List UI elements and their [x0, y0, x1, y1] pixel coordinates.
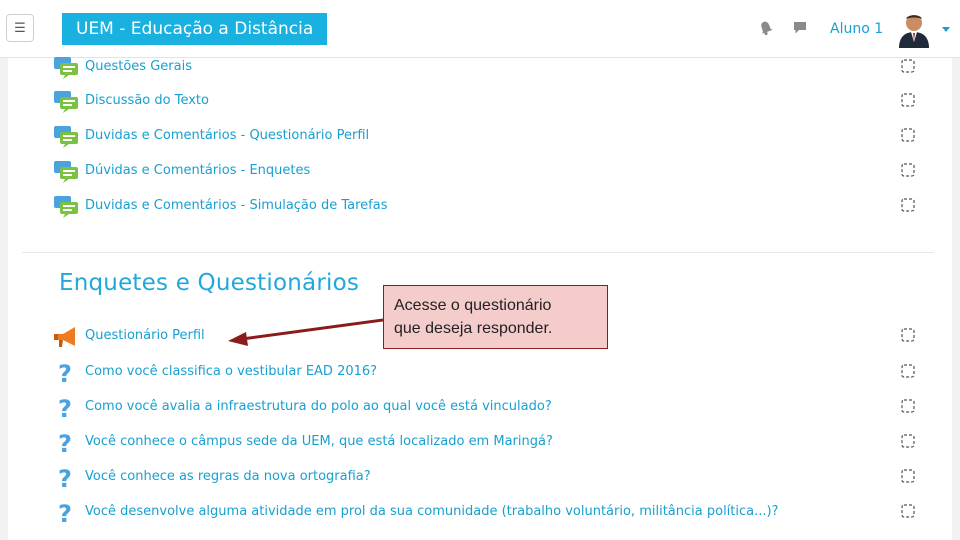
top-navbar: ☰ UEM - Educação a Distância Aluno 1 — [0, 0, 960, 58]
poll-link[interactable]: Como você avalia a infraestrutura do pol… — [85, 399, 552, 414]
completion-checkbox[interactable] — [901, 198, 915, 212]
svg-text:?: ? — [58, 431, 72, 455]
list-item[interactable]: Duvidas e Comentários - Simulação de Tar… — [53, 195, 915, 219]
completion-checkbox[interactable] — [901, 469, 915, 483]
list-item[interactable]: ? Você conhece as regras da nova ortogra… — [53, 466, 915, 490]
bell-icon[interactable] — [758, 20, 774, 36]
completion-checkbox[interactable] — [901, 328, 915, 342]
chat-icon[interactable] — [792, 20, 808, 36]
list-item[interactable]: Duvidas e Comentários - Questionário Per… — [53, 125, 915, 149]
question-icon: ? — [58, 431, 72, 455]
avatar[interactable] — [897, 12, 931, 48]
question-icon: ? — [58, 501, 72, 525]
completion-checkbox[interactable] — [901, 163, 915, 177]
forum-link[interactable]: Questões Gerais — [85, 59, 192, 74]
list-item[interactable]: ? Como você avalia a infraestrutura do p… — [53, 396, 915, 420]
question-icon: ? — [58, 466, 72, 490]
svg-text:?: ? — [58, 361, 72, 385]
completion-checkbox[interactable] — [901, 364, 915, 378]
megaphone-icon — [54, 327, 75, 347]
svg-text:?: ? — [58, 466, 72, 490]
forum-link[interactable]: Duvidas e Comentários - Questionário Per… — [85, 128, 369, 143]
forum-icon — [54, 161, 78, 183]
question-icon: ? — [58, 396, 72, 420]
forum-icon — [54, 57, 78, 79]
forum-icon — [54, 91, 78, 113]
callout-box: Acesse o questionário que deseja respond… — [383, 285, 608, 349]
completion-checkbox[interactable] — [901, 399, 915, 413]
svg-text:?: ? — [58, 396, 72, 420]
svg-text:?: ? — [58, 501, 72, 525]
callout-line-2: que deseja responder. — [394, 320, 553, 337]
completion-checkbox[interactable] — [901, 434, 915, 448]
completion-checkbox[interactable] — [901, 93, 915, 107]
completion-checkbox[interactable] — [901, 59, 915, 73]
poll-link[interactable]: Como você classifica o vestibular EAD 20… — [85, 364, 377, 379]
completion-checkbox[interactable] — [901, 504, 915, 518]
hamburger-icon[interactable]: ☰ — [6, 14, 34, 42]
callout-line-1: Acesse o questionário — [394, 297, 552, 314]
list-item[interactable]: ? Você conhece o câmpus sede da UEM, que… — [53, 431, 915, 455]
question-icon: ? — [58, 361, 72, 385]
forum-link[interactable]: Dúvidas e Comentários - Enquetes — [85, 163, 310, 178]
list-item[interactable]: ? Você desenvolve alguma atividade em pr… — [53, 501, 915, 525]
forum-link[interactable]: Discussão do Texto — [85, 93, 209, 108]
user-name[interactable]: Aluno 1 — [830, 21, 883, 37]
forum-link[interactable]: Duvidas e Comentários - Simulação de Tar… — [85, 198, 388, 213]
list-item[interactable]: ? Como você classifica o vestibular EAD … — [53, 361, 915, 385]
chevron-down-icon[interactable] — [942, 27, 950, 32]
forum-icon — [54, 126, 78, 148]
poll-link[interactable]: Você conhece as regras da nova ortografi… — [85, 469, 371, 484]
completion-checkbox[interactable] — [901, 128, 915, 142]
forum-icon — [54, 196, 78, 218]
questionnaire-link[interactable]: Questionário Perfil — [85, 328, 205, 343]
section-divider — [22, 252, 934, 253]
list-item[interactable]: Dúvidas e Comentários - Enquetes — [53, 160, 915, 184]
list-item[interactable]: Discussão do Texto — [53, 90, 915, 114]
site-title[interactable]: UEM - Educação a Distância — [62, 13, 328, 45]
poll-link[interactable]: Você desenvolve alguma atividade em prol… — [85, 504, 778, 519]
section-title: Enquetes e Questionários — [59, 270, 360, 296]
poll-link[interactable]: Você conhece o câmpus sede da UEM, que e… — [85, 434, 553, 449]
list-item[interactable]: Questões Gerais — [53, 56, 915, 80]
